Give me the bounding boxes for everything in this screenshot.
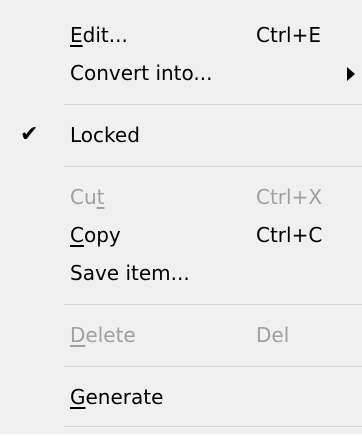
menu-item-copy[interactable]: Copy Ctrl+C [0,216,362,254]
menu-item-convert-into[interactable]: Convert into... [0,54,362,92]
menu-item-cut-label: Cut [70,185,105,209]
menu-item-save-item-label: Save item... [70,261,190,285]
menu-item-edit-shortcut: Ctrl+E [256,23,321,47]
check-icon: ✔ [20,122,39,147]
menu-item-edit-label: Edit... [70,23,128,47]
menu-separator [0,416,362,438]
menu-item-locked-label: Locked [70,123,140,147]
submenu-arrow-icon [347,67,355,81]
menu-item-delete-shortcut: Del [256,323,290,347]
menu-item-generate[interactable]: Generate [0,378,362,416]
menu-item-delete-label: Delete [70,323,136,347]
context-menu: Edit... Ctrl+E Convert into... ✔ Locked … [0,0,362,434]
menu-item-edit[interactable]: Edit... Ctrl+E [0,16,362,54]
menu-item-cut-shortcut: Ctrl+X [256,185,323,209]
menu-separator [0,154,362,178]
menu-separator [0,292,362,316]
menu-item-copy-shortcut: Ctrl+C [256,223,323,247]
menu-item-save-item[interactable]: Save item... [0,254,362,292]
menu-separator [0,92,362,116]
menu-item-locked[interactable]: ✔ Locked [0,116,362,154]
menu-item-delete: Delete Del [0,316,362,354]
menu-item-generate-label: Generate [70,385,164,409]
menu-item-convert-into-label: Convert into... [70,61,213,85]
menu-item-cut: Cut Ctrl+X [0,178,362,216]
menu-separator [0,354,362,378]
menu-item-copy-label: Copy [70,223,121,247]
